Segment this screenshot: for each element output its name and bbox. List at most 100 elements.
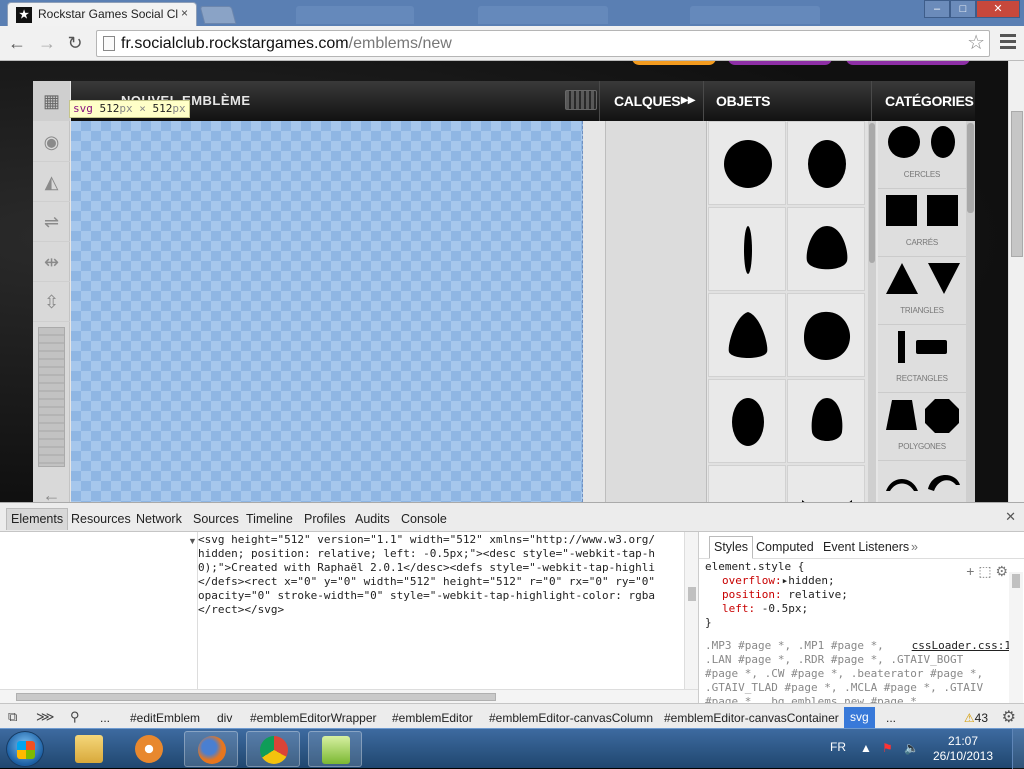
expand-triangle-icon[interactable]: ▼ [188, 536, 197, 546]
shape-arc[interactable] [787, 465, 865, 502]
tab-styles[interactable]: Styles [709, 536, 754, 559]
windows-taskbar: FR ▲ ⚑ 🔈 21:07 26/10/2013 [0, 728, 1024, 769]
tab-profiles[interactable]: Profiles [304, 512, 346, 526]
category-cercles[interactable]: CERCLES [878, 121, 966, 189]
dom-tree[interactable]: <svg height="512" version="1.1" width="5… [198, 532, 684, 689]
search-icon[interactable]: ⚲ [70, 709, 80, 725]
console-drawer-icon[interactable]: ⋙ [36, 709, 55, 725]
tab-network[interactable]: Network [136, 512, 182, 526]
back-button[interactable]: ← [6, 32, 28, 54]
media-player-app[interactable] [122, 731, 176, 767]
settings-gear-icon[interactable]: ⚙ [1002, 707, 1016, 727]
start-button[interactable] [6, 731, 44, 767]
breadcrumb-item[interactable]: #emblemEditor [392, 711, 473, 725]
shape-thin-ellipse[interactable] [708, 207, 786, 291]
warning-icon: ⚠ [963, 711, 975, 725]
emblem-canvas[interactable] [71, 121, 583, 502]
clock-date: 26/10/2013 [932, 749, 994, 763]
maximize-button[interactable]: □ [950, 0, 976, 18]
orange-top-button[interactable] [632, 61, 716, 65]
grid-icon[interactable]: ▦ [33, 81, 70, 121]
shape-egg[interactable] [787, 207, 865, 291]
breadcrumb-item[interactable]: ... [886, 711, 896, 725]
dom-vertical-scrollbar[interactable] [684, 532, 698, 689]
forward-button[interactable]: → [36, 32, 58, 54]
breadcrumb-item[interactable]: #emblemEditor-canvasContainer [664, 711, 839, 725]
close-window-button[interactable]: ✕ [976, 0, 1020, 18]
category-triangles[interactable]: TRIANGLES [878, 257, 966, 325]
chrome-menu-icon[interactable] [1000, 34, 1016, 50]
reload-button[interactable]: ↻ [64, 32, 86, 54]
calques-expand-icon[interactable]: ▸▸ [681, 91, 695, 108]
flag-icon[interactable]: ⚑ [882, 741, 896, 755]
firefox-app[interactable] [184, 731, 238, 767]
breadcrumb-item[interactable]: ... [100, 711, 110, 725]
shape-ellipse[interactable] [787, 121, 865, 205]
breadcrumb-selected[interactable]: svg [844, 707, 875, 728]
tab-elements[interactable]: Elements [6, 508, 69, 530]
category-polygones[interactable]: POLYGONES [878, 393, 966, 461]
zoom-slider[interactable] [38, 327, 65, 467]
flip-horizontal-icon[interactable]: ◭ [33, 162, 70, 202]
matched-css-rules[interactable]: cssLoader.css:1 .MP3 #page *, .MP1 #page… [705, 639, 1011, 709]
purple-top-button[interactable] [728, 61, 832, 65]
address-bar[interactable]: fr.socialclub.rockstargames.com/emblems/… [96, 30, 990, 57]
breadcrumb-item[interactable]: #editEmblem [130, 711, 200, 725]
devtools-tab-bar: Elements Resources Network Sources Timel… [0, 503, 1024, 532]
chrome-app[interactable] [246, 731, 300, 767]
objects-scrollbar[interactable] [868, 121, 876, 502]
tab-rockstar-social-club[interactable]: ★ Rockstar Games Social Clu × [7, 2, 197, 26]
center-vertical-icon[interactable]: ⇳ [33, 282, 70, 322]
dom-horizontal-scrollbar[interactable] [0, 689, 698, 703]
bookmark-star-icon[interactable]: ☆ [967, 31, 985, 56]
shape-blob[interactable] [787, 293, 865, 377]
shape-partial[interactable] [708, 465, 786, 502]
tray-arrow-icon[interactable]: ▲ [860, 741, 874, 755]
tab-console[interactable]: Console [401, 512, 447, 526]
notepadpp-app[interactable] [308, 731, 362, 767]
tab-sources[interactable]: Sources [193, 512, 239, 526]
tab-event-listeners[interactable]: Event Listeners [823, 540, 909, 554]
more-tabs-button[interactable]: » [911, 540, 918, 554]
new-tab-button[interactable] [199, 6, 237, 24]
tab-timeline[interactable]: Timeline [246, 512, 293, 526]
category-curves[interactable] [878, 461, 966, 502]
explorer-app[interactable] [62, 731, 116, 767]
category-carres[interactable]: CARRÉS [878, 189, 966, 257]
language-indicator[interactable]: FR [830, 740, 846, 754]
devtools-close-button[interactable]: ✕ [1005, 509, 1016, 525]
categories-scrollbar[interactable] [966, 121, 975, 502]
web-page: ▦ ◉ ◭ ⇌ ⇹ ⇳ ← NOUVEL EMBLÈME CALQUES ▸▸ … [0, 61, 1024, 502]
volume-icon[interactable]: 🔈 [904, 741, 919, 755]
page-scrollbar[interactable] [1008, 61, 1024, 502]
warnings-count[interactable]: ⚠43 [964, 711, 988, 725]
shape-drop[interactable] [708, 293, 786, 377]
shape-teardrop[interactable] [787, 379, 865, 463]
dock-icon[interactable]: ⧉ [8, 709, 17, 725]
clock-time: 21:07 [947, 734, 979, 748]
system-clock[interactable]: 21:07 26/10/2013 [928, 734, 998, 764]
eye-icon[interactable]: ◉ [33, 122, 70, 162]
breadcrumb-item[interactable]: #emblemEditor-canvasColumn [489, 711, 653, 725]
flip-vertical-icon[interactable]: ⇌ [33, 202, 70, 242]
center-horizontal-icon[interactable]: ⇹ [33, 242, 70, 282]
show-desktop-button[interactable] [1012, 729, 1024, 769]
minimize-button[interactable]: – [924, 0, 950, 18]
breadcrumb-item[interactable]: #emblemEditorWrapper [250, 711, 377, 725]
tab-resources[interactable]: Resources [71, 512, 131, 526]
calques-header[interactable]: CALQUES [614, 93, 681, 109]
styles-scrollbar[interactable] [1009, 572, 1023, 703]
tab-computed[interactable]: Computed [756, 540, 814, 554]
css-source-link[interactable]: cssLoader.css:1 [912, 639, 1011, 653]
tab-close-button[interactable]: × [181, 6, 188, 20]
shape-oval[interactable] [708, 379, 786, 463]
category-rectangles[interactable]: RECTANGLES [878, 325, 966, 393]
undo-icon[interactable]: ← [33, 475, 70, 502]
shape-circle[interactable] [708, 121, 786, 205]
element-style-rule[interactable]: element.style { overflow:▸hidden; positi… [705, 560, 1005, 630]
tab-audits[interactable]: Audits [355, 512, 390, 526]
purple-top-button[interactable] [846, 61, 970, 65]
keyboard-icon[interactable] [565, 90, 597, 110]
breadcrumb-item[interactable]: div [217, 711, 232, 725]
browser-tab-strip: ★ Rockstar Games Social Clu × – □ ✕ [0, 0, 1024, 26]
